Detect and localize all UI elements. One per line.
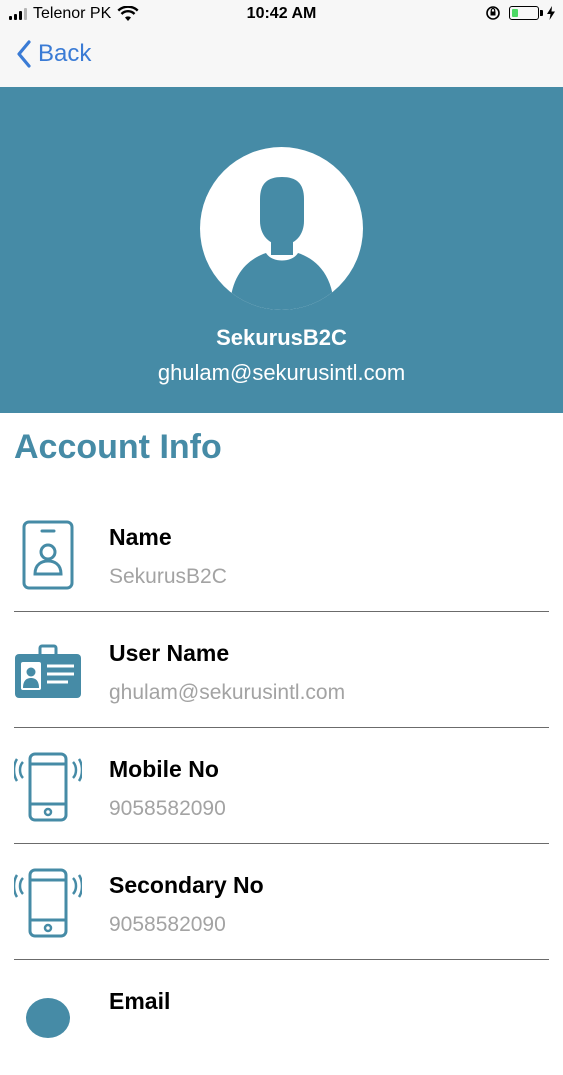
list-item-email: Email (14, 960, 549, 1075)
mobile-value: 9058582090 (109, 797, 226, 820)
battery-fill (512, 9, 518, 17)
nav-bar: Back (0, 30, 563, 87)
back-button[interactable]: Back (16, 40, 91, 68)
account-info-list: Name SekurusB2C User Name ghulam@sekurus… (0, 496, 563, 1075)
list-item-mobile: Mobile No 9058582090 (14, 728, 549, 844)
user-silhouette-icon (230, 177, 334, 310)
id-badge-icon (22, 520, 74, 590)
phone-vibrate-icon (14, 752, 82, 822)
name-value: SekurusB2C (109, 565, 227, 588)
list-item-username: User Name ghulam@sekurusintl.com (14, 612, 549, 728)
phone-vibrate-icon (14, 868, 82, 938)
mobile-label: Mobile No (109, 756, 219, 782)
username-value: ghulam@sekurusintl.com (109, 681, 346, 704)
status-right (485, 5, 555, 21)
list-item-name: Name SekurusB2C (14, 496, 549, 612)
profile-name: SekurusB2C (216, 325, 347, 350)
id-card-icon (15, 644, 81, 698)
section-title: Account Info (14, 428, 222, 466)
name-label: Name (109, 524, 172, 550)
username-label: User Name (109, 640, 230, 666)
email-icon (26, 998, 70, 1038)
profile-header: SekurusB2C ghulam@sekurusintl.com (0, 87, 563, 413)
email-label: Email (109, 988, 171, 1014)
secondary-label: Secondary No (109, 872, 264, 898)
avatar (200, 147, 363, 310)
list-item-secondary: Secondary No 9058582090 (14, 844, 549, 960)
charging-bolt-icon (547, 6, 555, 20)
back-label: Back (38, 40, 92, 67)
secondary-value: 9058582090 (109, 913, 226, 936)
orientation-lock-icon (486, 6, 500, 20)
battery-icon (509, 6, 543, 20)
status-time: 10:42 AM (246, 5, 317, 22)
status-bar: Telenor PK 10:42 AM (0, 0, 563, 30)
profile-email: ghulam@sekurusintl.com (157, 360, 406, 385)
chevron-left-icon (17, 40, 31, 68)
